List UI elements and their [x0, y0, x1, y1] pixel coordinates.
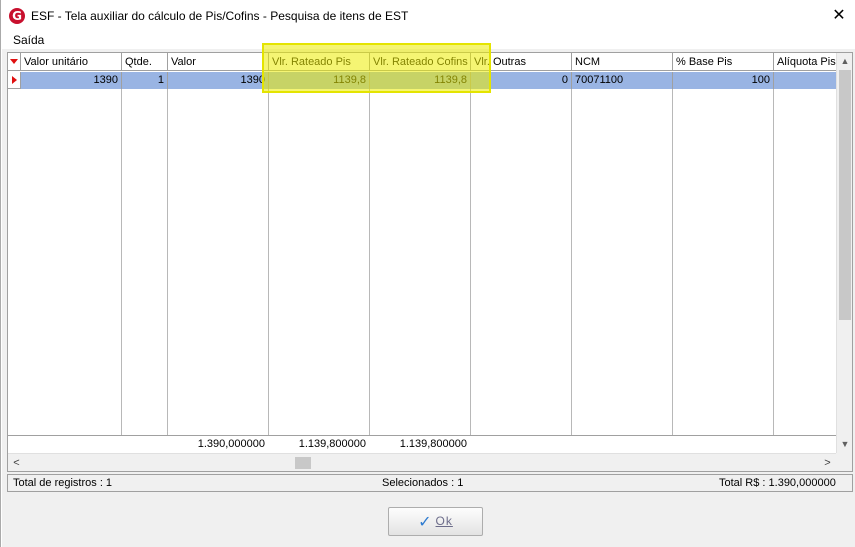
- cell-ncm[interactable]: 70071100: [572, 72, 673, 89]
- scroll-down-icon[interactable]: ▼: [837, 436, 852, 453]
- items-grid: Valor unitário Qtde. Valor Vlr. Rateado …: [7, 52, 853, 472]
- cell-vlr-outras[interactable]: 0: [471, 72, 572, 89]
- current-row-icon: [12, 76, 17, 84]
- grid-footer-totals: 1.390,000000 1.139,800000 1.139,800000: [8, 435, 836, 453]
- status-bar: Total de registros : 1 Selecionados : 1 …: [7, 474, 853, 492]
- column-divider: [268, 89, 269, 435]
- cell-valor-unitario[interactable]: 1390: [21, 72, 122, 89]
- column-divider: [369, 89, 370, 435]
- col-header-vlr-outras[interactable]: Vlr. Outras: [471, 53, 572, 71]
- column-divider: [121, 89, 122, 435]
- col-header-base-pis[interactable]: % Base Pis: [673, 53, 774, 71]
- cell-vlr-rateado-cofins[interactable]: 1139,8: [370, 72, 471, 89]
- scroll-up-icon[interactable]: ▲: [837, 53, 852, 70]
- menu-bar: Saída: [1, 31, 855, 49]
- footer-total-rateado-pis: 1.139,800000: [298, 438, 366, 450]
- cell-qtde[interactable]: 1: [122, 72, 168, 89]
- app-logo-icon: G: [9, 8, 25, 24]
- status-total-registros: Total de registros : 1: [13, 477, 113, 489]
- check-icon: ✓: [418, 514, 432, 531]
- col-header-vlr-rateado-cofins[interactable]: Vlr. Rateado Cofins: [370, 53, 471, 71]
- column-divider: [167, 89, 168, 435]
- scroll-left-icon[interactable]: <: [8, 454, 25, 471]
- ok-button-label: Ok: [435, 514, 453, 528]
- close-button[interactable]: ✕: [826, 5, 852, 27]
- dialog-window: G ESF - Tela auxiliar do cálculo de Pis/…: [0, 0, 855, 547]
- col-header-ncm[interactable]: NCM: [572, 53, 673, 71]
- cell-valor[interactable]: 1390: [168, 72, 269, 89]
- col-header-valor-unitario[interactable]: Valor unitário: [21, 53, 122, 71]
- scroll-corner: [836, 453, 852, 471]
- col-header-qtde[interactable]: Qtde.: [122, 53, 168, 71]
- window-title: ESF - Tela auxiliar do cálculo de Pis/Co…: [31, 9, 409, 23]
- footer-total-rateado-cofins: 1.139,800000: [399, 438, 467, 450]
- row-indicator[interactable]: [8, 72, 21, 89]
- sort-down-icon: [10, 59, 18, 64]
- horizontal-scroll-thumb[interactable]: [295, 457, 311, 469]
- menu-item-saida[interactable]: Saída: [7, 33, 50, 47]
- scroll-right-icon[interactable]: >: [819, 454, 836, 471]
- column-divider: [773, 89, 774, 435]
- footer-total-valor: 1.390,000000: [197, 438, 265, 450]
- cell-vlr-rateado-pis[interactable]: 1139,8: [269, 72, 370, 89]
- vertical-scrollbar[interactable]: ▲ ▼: [836, 53, 852, 453]
- column-divider: [672, 89, 673, 435]
- header-indicator[interactable]: [8, 53, 21, 71]
- col-header-valor[interactable]: Valor: [168, 53, 269, 71]
- cell-aliquota-pis[interactable]: [774, 72, 836, 89]
- horizontal-scrollbar[interactable]: < >: [8, 453, 836, 471]
- title-bar: G ESF - Tela auxiliar do cálculo de Pis/…: [1, 0, 855, 31]
- column-divider: [571, 89, 572, 435]
- grid-header: Valor unitário Qtde. Valor Vlr. Rateado …: [8, 53, 852, 71]
- ok-button[interactable]: ✓ Ok: [388, 507, 483, 536]
- status-selecionados: Selecionados : 1: [382, 477, 464, 489]
- cell-base-pis[interactable]: 100: [673, 72, 774, 89]
- vertical-scroll-thumb[interactable]: [839, 70, 851, 320]
- column-divider: [470, 89, 471, 435]
- status-total-rs: Total R$ : 1.390,000000: [719, 477, 836, 489]
- col-header-vlr-rateado-pis[interactable]: Vlr. Rateado Pis: [269, 53, 370, 71]
